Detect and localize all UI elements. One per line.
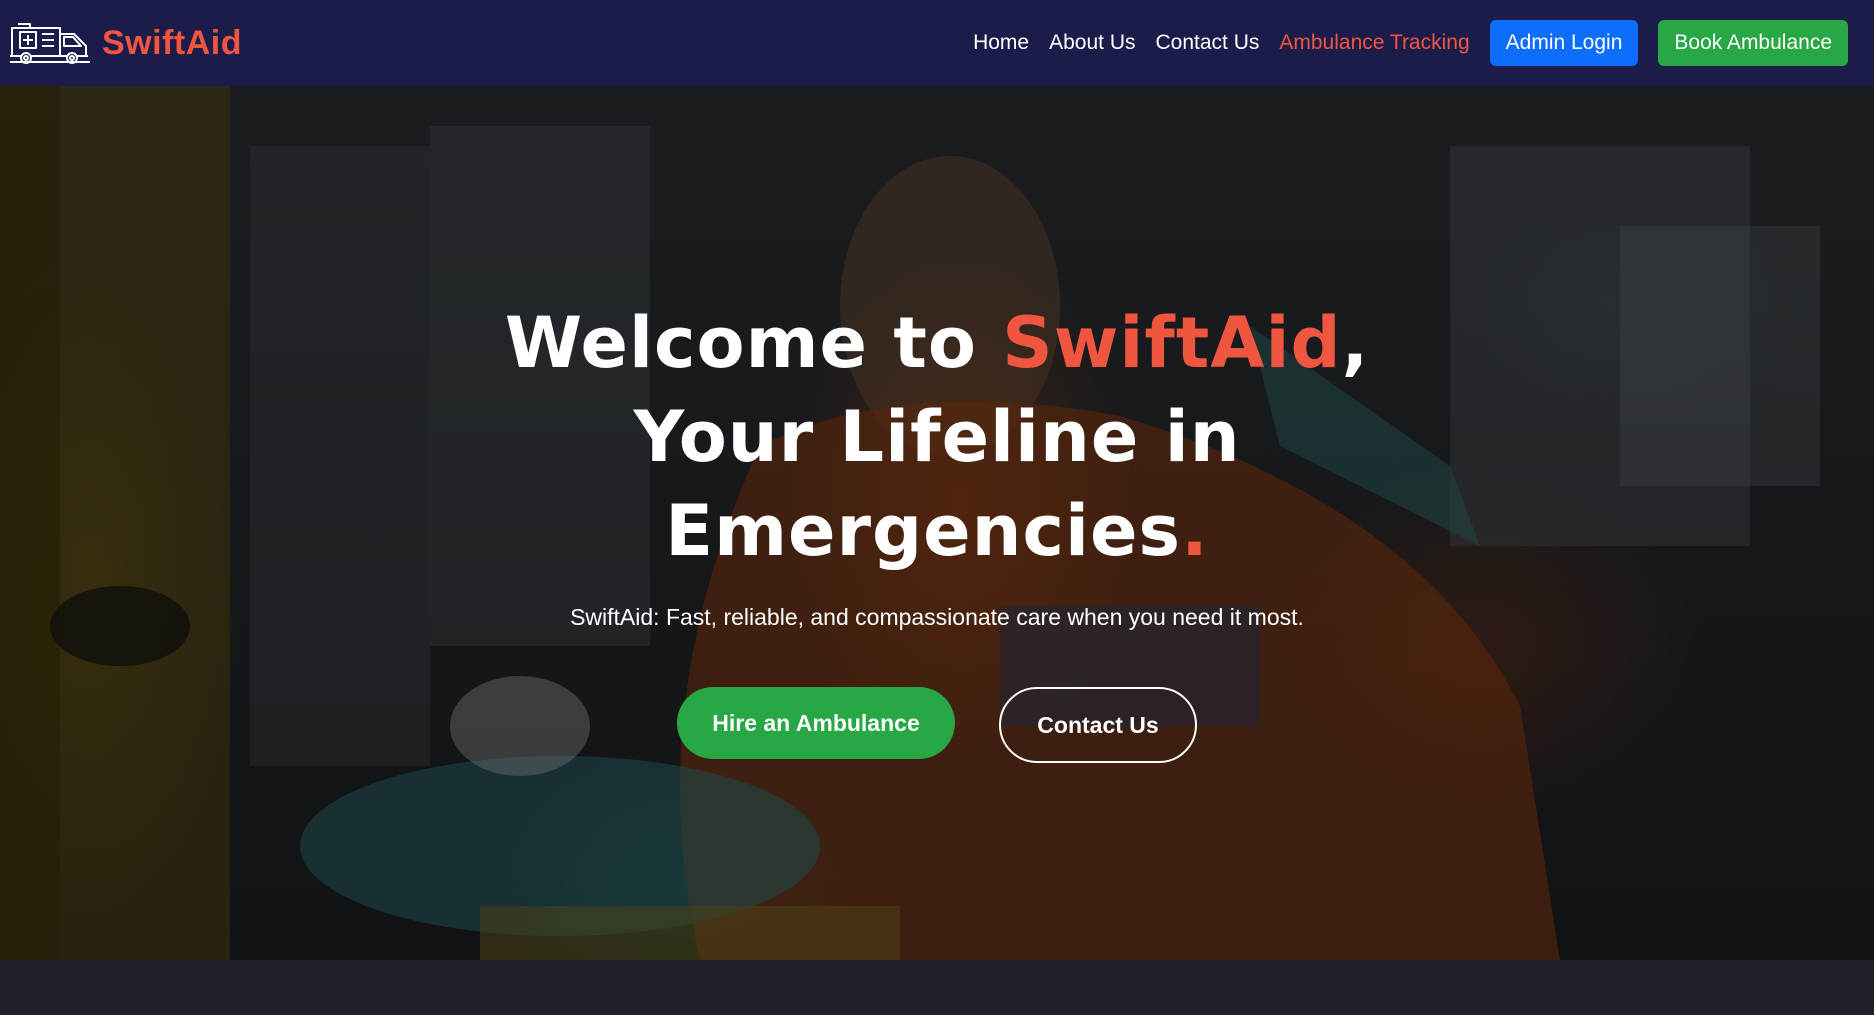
hero-content: Welcome to SwiftAid, Your Lifeline in Em… xyxy=(0,296,1874,763)
brand[interactable]: SwiftAid xyxy=(8,20,242,66)
hero-title-line3: Emergencies xyxy=(665,490,1182,572)
brand-name: SwiftAid xyxy=(102,23,242,62)
nav-link-ambulance-tracking[interactable]: Ambulance Tracking xyxy=(1279,31,1469,55)
hero-actions: Hire an Ambulance Contact Us xyxy=(0,687,1874,763)
admin-login-button[interactable]: Admin Login xyxy=(1489,20,1639,66)
hero-subtitle: SwiftAid: Fast, reliable, and compassion… xyxy=(570,604,1304,630)
hero-title-line2: Your Lifeline in xyxy=(633,396,1241,478)
hero-title-dot: . xyxy=(1181,490,1209,572)
book-ambulance-button[interactable]: Book Ambulance xyxy=(1658,20,1848,66)
hero-title: Welcome to SwiftAid, Your Lifeline in Em… xyxy=(0,296,1874,578)
nav-link-home[interactable]: Home xyxy=(973,31,1029,55)
nav-links: Home About Us Contact Us Ambulance Track… xyxy=(973,20,1866,66)
nav-link-contact-us[interactable]: Contact Us xyxy=(1156,31,1260,55)
hero-section: Welcome to SwiftAid, Your Lifeline in Em… xyxy=(0,86,1874,960)
hire-ambulance-button[interactable]: Hire an Ambulance xyxy=(677,687,955,759)
navbar: SwiftAid Home About Us Contact Us Ambula… xyxy=(0,0,1874,86)
hero-title-prefix: Welcome to xyxy=(504,302,1003,384)
next-section-strip xyxy=(0,960,1874,1015)
nav-link-about-us[interactable]: About Us xyxy=(1049,31,1135,55)
hero-title-comma: , xyxy=(1341,302,1370,384)
ambulance-icon xyxy=(10,23,90,64)
hero-title-brand: SwiftAid xyxy=(1002,302,1342,384)
contact-us-button[interactable]: Contact Us xyxy=(999,687,1197,763)
